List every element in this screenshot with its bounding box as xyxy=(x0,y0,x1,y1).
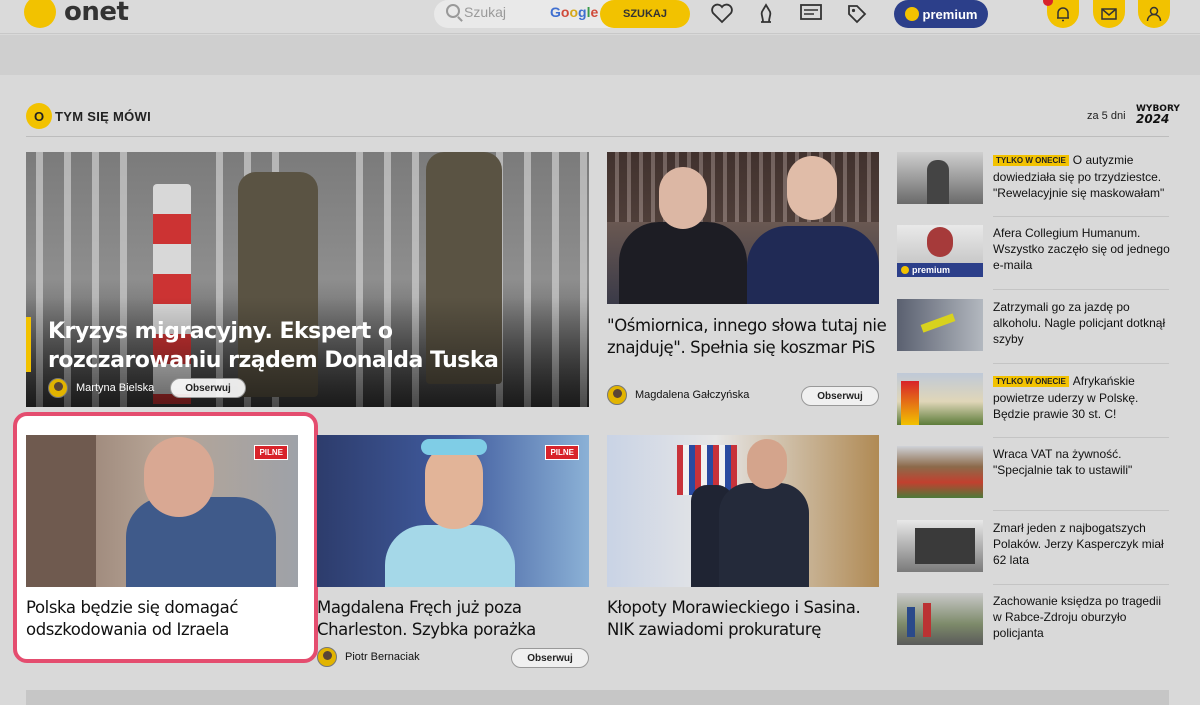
user-icon xyxy=(1146,6,1162,22)
section-header[interactable]: O TYM SIĘ MÓWI xyxy=(26,102,151,130)
section-title: TYM SIĘ MÓWI xyxy=(55,108,152,124)
horoscope-icon[interactable] xyxy=(754,2,778,24)
tylko-w-onecie-badge: TYLKO W ONECIE xyxy=(993,155,1069,166)
card-image-izrael[interactable]: PILNE xyxy=(26,435,298,587)
search-input[interactable] xyxy=(464,2,564,22)
avatar xyxy=(607,385,627,405)
sidebar-thumb xyxy=(897,299,983,351)
notification-badge xyxy=(1043,0,1053,6)
avatar xyxy=(48,378,68,398)
sidebar-item-autyzm[interactable]: TYLKO W ONECIE O autyzmie dowiedziała się… xyxy=(897,152,1169,212)
next-section-placeholder xyxy=(26,690,1169,705)
section-badge: O xyxy=(26,103,52,129)
top-card-author[interactable]: Magdalena Gałczyńska xyxy=(607,385,749,405)
sidebar-item-kasperczyk[interactable]: Zmarł jeden z najbogatszych Polaków. Jer… xyxy=(897,520,1169,580)
sidebar-divider xyxy=(993,289,1169,290)
main-article-title[interactable]: Kryzys migracyjny. Ekspert o rozczarowan… xyxy=(48,317,518,375)
premium-label: premium xyxy=(922,6,978,22)
top-header: onet Google SZUKAJ premium xyxy=(0,0,1200,34)
sidebar-item-text: Wraca VAT na żywność. "Specjalnie tak to… xyxy=(993,447,1133,477)
sidebar-item-text: TYLKO W ONECIE O autyzmie dowiedziała się… xyxy=(993,153,1165,200)
sidebar-item-alkohol[interactable]: Zatrzymali go za jazdę po alkoholu. Nagl… xyxy=(897,299,1169,359)
pilne-badge: PILNE xyxy=(545,445,579,460)
mail-button[interactable] xyxy=(1093,0,1125,28)
sidebar-thumb xyxy=(897,593,983,645)
main-article-author[interactable]: Martyna Bielska xyxy=(48,378,154,398)
sidebar-item-rabka[interactable]: Zachowanie księdza po tragedii w Rabce-Z… xyxy=(897,593,1169,653)
logo-dot-icon xyxy=(24,0,56,28)
sidebar-item-text: Zachowanie księdza po tragedii w Rabce-Z… xyxy=(993,594,1162,640)
sidebar-item-collegium[interactable]: premium Afera Collegium Humanum. Wszystk… xyxy=(897,225,1170,285)
card-frech-author[interactable]: Piotr Bernaciak xyxy=(317,647,420,667)
premium-thumb-badge: premium xyxy=(897,263,983,277)
bell-icon xyxy=(1057,7,1069,22)
card-title-morawiecki[interactable]: Kłopoty Morawieckiego i Sasina. NIK zawi… xyxy=(607,597,887,641)
onet-logo[interactable]: onet xyxy=(24,0,129,30)
follow-button[interactable]: Obserwuj xyxy=(511,648,589,668)
card-image-morawiecki[interactable] xyxy=(607,435,879,587)
sidebar-item-pogoda[interactable]: TYLKO W ONECIE Afrykańskie powietrze uder… xyxy=(897,373,1169,433)
main-title-accent xyxy=(26,317,31,372)
tv-program-icon[interactable] xyxy=(799,2,823,24)
heart-icon[interactable] xyxy=(710,2,734,24)
tylko-w-onecie-badge: TYLKO W ONECIE xyxy=(993,376,1069,387)
follow-button[interactable]: Obserwuj xyxy=(170,378,246,398)
author-name: Magdalena Gałczyńska xyxy=(635,389,750,401)
wybory-year: 2024 xyxy=(1136,112,1170,126)
sidebar-divider xyxy=(993,216,1169,217)
sidebar-item-text: Zatrzymali go za jazdę po alkoholu. Nagl… xyxy=(993,300,1166,346)
author-name: Martyna Bielska xyxy=(76,382,155,394)
section-divider xyxy=(26,136,1169,137)
sidebar-divider xyxy=(993,510,1169,511)
card-title-frech[interactable]: Magdalena Fręch już poza Charleston. Szy… xyxy=(317,597,597,641)
sidebar-divider xyxy=(993,437,1169,438)
sidebar-thumb xyxy=(897,152,983,204)
notifications-button[interactable] xyxy=(1043,0,1079,28)
top-card-title[interactable]: "Ośmiornica, innego słowa tutaj nie znaj… xyxy=(607,315,887,359)
sidebar-divider xyxy=(993,584,1169,585)
mail-icon xyxy=(1101,8,1117,20)
sidebar-thumb: premium xyxy=(897,225,983,277)
sidebar-item-text: Zmarł jeden z najbogatszych Polaków. Jer… xyxy=(993,521,1164,567)
tag-icon[interactable] xyxy=(845,2,869,24)
google-logo: Google xyxy=(550,4,599,20)
sidebar-thumb xyxy=(897,446,983,498)
sidebar-item-text: TYLKO W ONECIE Afrykańskie powietrze uder… xyxy=(993,374,1139,421)
premium-dot-icon xyxy=(904,7,919,21)
account-button[interactable] xyxy=(1138,0,1170,28)
card-title-izrael[interactable]: Polska będzie się domagać odszkodowania … xyxy=(26,597,306,641)
sidebar-item-text: Afera Collegium Humanum. Wszystko zaczęł… xyxy=(993,226,1170,272)
search-icon xyxy=(446,4,460,18)
sidebar-divider xyxy=(993,363,1169,364)
top-card-image[interactable] xyxy=(607,152,879,304)
sidebar-item-vat[interactable]: Wraca VAT na żywność. "Specjalnie tak to… xyxy=(897,446,1169,506)
ad-placeholder xyxy=(0,35,1200,75)
pilne-badge: PILNE xyxy=(254,445,288,460)
sidebar-thumb xyxy=(897,373,983,425)
logo-text: onet xyxy=(64,0,129,27)
author-name: Piotr Bernaciak xyxy=(345,651,420,663)
election-countdown: za 5 dni xyxy=(1087,110,1126,122)
wybory-2024-logo[interactable]: WYBORY 2024 xyxy=(1136,104,1180,128)
avatar xyxy=(317,647,337,667)
search-button[interactable]: SZUKAJ xyxy=(600,0,690,28)
sidebar-thumb xyxy=(897,520,983,572)
search-bar: Google SZUKAJ xyxy=(434,0,690,28)
card-image-frech[interactable]: PILNE xyxy=(317,435,589,587)
follow-button[interactable]: Obserwuj xyxy=(801,386,879,406)
premium-button[interactable]: premium xyxy=(894,0,988,28)
